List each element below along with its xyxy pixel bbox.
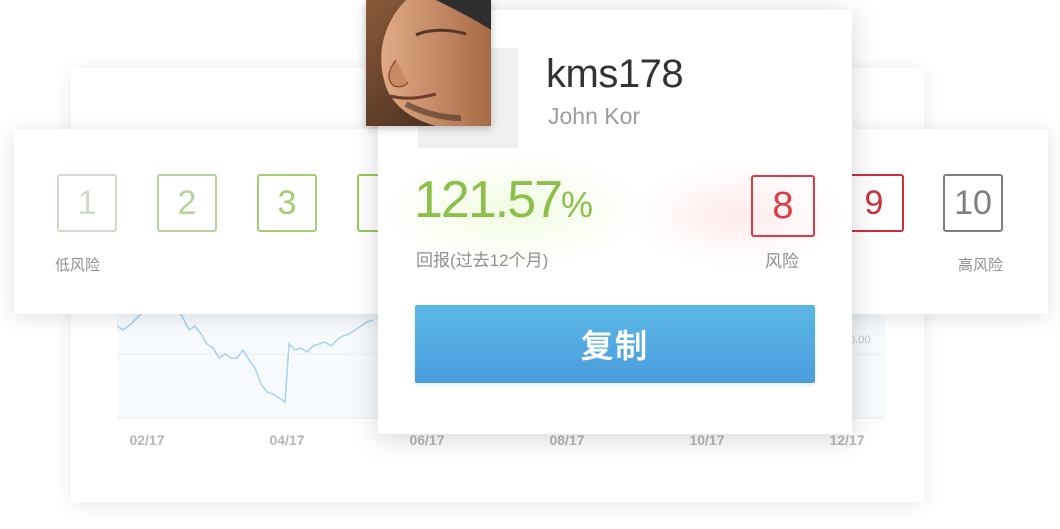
chart-x-tick: 06/17 xyxy=(409,432,445,448)
trader-real-name: John Kor xyxy=(548,103,641,129)
copy-trader-promo: 02/17 04/17 06/17 08/17 10/17 12/17 30.0… xyxy=(0,0,1060,529)
return-unit: % xyxy=(561,184,594,225)
chart-x-tick: 02/17 xyxy=(129,432,165,448)
trader-avatar[interactable] xyxy=(366,0,491,126)
risk-score-label: 风险 xyxy=(765,252,799,271)
return-number: 121.57 xyxy=(414,171,563,229)
risk-scale-box-10: 10 xyxy=(943,174,1003,232)
risk-scale-box-2: 2 xyxy=(157,174,217,232)
low-risk-label: 低风险 xyxy=(55,257,101,274)
chart-x-tick: 04/17 xyxy=(269,432,305,448)
trader-username[interactable]: kms178 xyxy=(546,52,684,97)
copy-button[interactable]: 复制 xyxy=(415,305,815,383)
return-value: 121.57% xyxy=(414,170,593,230)
risk-scale-box-1: 1 xyxy=(57,174,117,232)
risk-glow xyxy=(628,160,848,270)
risk-score-badge: 8 xyxy=(751,175,815,237)
chart-x-tick: 08/17 xyxy=(549,432,585,448)
risk-scale-box-3: 3 xyxy=(257,174,317,232)
avatar-portrait-icon xyxy=(366,0,491,126)
chart-x-tick: 12/17 xyxy=(829,432,865,448)
chart-x-tick: 10/17 xyxy=(689,432,725,448)
return-label: 回报(过去12个月) xyxy=(416,251,549,270)
high-risk-label: 高风险 xyxy=(958,257,1004,274)
risk-scale-box-9: 9 xyxy=(844,174,904,232)
